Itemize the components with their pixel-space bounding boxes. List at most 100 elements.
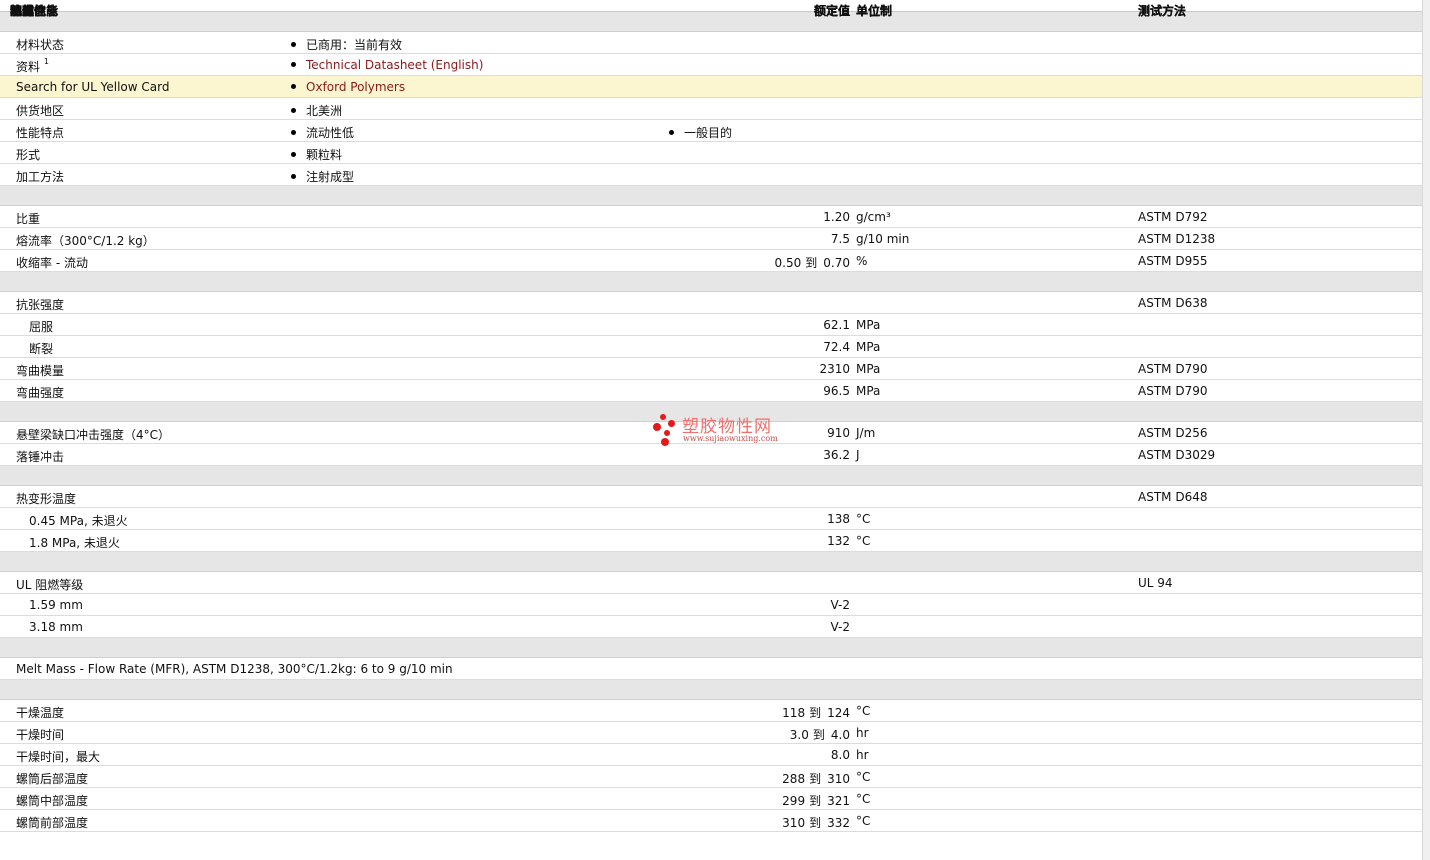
property-label: 螺筒后部温度 — [16, 772, 89, 786]
section-header-impact: 冲击性能 额定值 单位制 测试方法 — [0, 4, 1422, 422]
property-row: 1.8 MPa, 未退火 132 °C — [0, 530, 1422, 552]
property-label: 干燥时间 — [16, 728, 65, 742]
row-label: 材料状态 — [16, 38, 65, 52]
supplemental-text: Melt Mass - Flow Rate (MFR), ASTM D1238,… — [16, 662, 453, 676]
row-label: 资料 1 — [16, 57, 49, 74]
section-header-mechanical: 机械性能 额定值 单位制 测试方法 — [0, 4, 1422, 292]
property-unit: °C — [856, 512, 871, 526]
test-method: ASTM D955 — [1138, 254, 1208, 268]
property-label: 弯曲模量 — [16, 364, 65, 378]
general-row-processing: 加工方法 注射成型 — [0, 164, 1422, 186]
bullet-icon — [291, 42, 296, 47]
bullet-item: 流动性低 — [291, 124, 354, 141]
property-label: 干燥温度 — [16, 706, 65, 720]
property-label: 螺筒中部温度 — [16, 794, 89, 808]
bullet-item: 一般目的 — [669, 124, 732, 141]
row-label: 性能特点 — [16, 126, 65, 140]
bullet-item: 注射成型 — [291, 168, 354, 185]
property-unit: °C — [856, 792, 871, 806]
property-label: 抗张强度 — [16, 298, 65, 312]
section-header-injection: 注射 额定值 单位制 — [0, 4, 1422, 700]
test-method: ASTM D648 — [1138, 490, 1208, 504]
test-method: ASTM D790 — [1138, 362, 1208, 376]
property-row: 悬壁梁缺口冲击强度（4°C） 910 J/m ASTM D256 — [0, 422, 1422, 444]
property-value: 72.4 — [823, 340, 850, 354]
property-value-range: 118 到 124 — [782, 706, 850, 720]
property-label: 0.45 MPa, 未退火 — [29, 514, 128, 528]
bullet-icon — [669, 130, 674, 135]
general-row-region: 供货地区 北美洲 — [0, 98, 1422, 120]
bullet-icon — [291, 62, 296, 67]
property-value-range: 288 到 310 — [782, 772, 850, 786]
property-label: UL 阻燃等级 — [16, 578, 84, 592]
property-value: 2310 — [819, 362, 850, 376]
vertical-scrollbar[interactable] — [1422, 0, 1430, 860]
property-row: 螺筒后部温度 288 到 310 °C — [0, 766, 1422, 788]
test-method: ASTM D792 — [1138, 210, 1208, 224]
property-unit: J — [856, 448, 860, 462]
property-label: 弯曲强度 — [16, 386, 65, 400]
property-row: 热变形温度 ASTM D648 — [0, 486, 1422, 508]
property-label: 落锤冲击 — [16, 450, 65, 464]
section-header-supplemental: 补充信息 — [0, 4, 1422, 658]
property-row: 断裂 72.4 MPa — [0, 336, 1422, 358]
bullet-icon — [291, 130, 296, 135]
bullet-item: Oxford Polymers — [291, 80, 405, 94]
property-unit: °C — [856, 534, 871, 548]
test-method: ASTM D790 — [1138, 384, 1208, 398]
property-value: 132 — [827, 534, 850, 548]
property-label: 熔流率（300°C/1.2 kg） — [16, 234, 155, 248]
property-unit: % — [856, 254, 868, 268]
property-label: 螺筒前部温度 — [16, 816, 89, 830]
property-value: 62.1 — [823, 318, 850, 332]
property-row: 0.45 MPa, 未退火 138 °C — [0, 508, 1422, 530]
property-unit: MPa — [856, 318, 881, 332]
property-unit: °C — [856, 704, 871, 718]
property-row: 1.59 mm V-2 — [0, 594, 1422, 616]
property-label: 1.8 MPa, 未退火 — [29, 536, 120, 550]
property-row: 螺筒前部温度 310 到 332 °C — [0, 810, 1422, 832]
property-label: 悬壁梁缺口冲击强度（4°C） — [16, 428, 171, 442]
property-value-range: 310 到 332 — [782, 816, 850, 830]
property-row: 3.18 mm V-2 — [0, 616, 1422, 638]
property-row: 落锤冲击 36.2 J ASTM D3029 — [0, 444, 1422, 466]
row-label: 形式 — [16, 148, 41, 162]
supplier-link[interactable]: Oxford Polymers — [306, 80, 405, 94]
property-label: 1.59 mm — [29, 598, 83, 612]
property-label: 比重 — [16, 212, 41, 226]
property-unit: g/cm³ — [856, 210, 891, 224]
property-value: 36.2 — [823, 448, 850, 462]
column-header-test: 测试方法 — [1138, 4, 1187, 18]
supplemental-row: Melt Mass - Flow Rate (MFR), ASTM D1238,… — [0, 658, 1422, 680]
bullet-icon — [291, 108, 296, 113]
property-value: V-2 — [830, 598, 850, 612]
row-label: 供货地区 — [16, 104, 65, 118]
test-method: ASTM D256 — [1138, 426, 1208, 440]
column-header-unit: 单位制 — [856, 4, 893, 18]
property-unit: MPa — [856, 340, 881, 354]
row-label: Search for UL Yellow Card — [16, 80, 170, 94]
top-strip — [0, 0, 1422, 12]
general-row-ul-search: Search for UL Yellow Card Oxford Polymer… — [0, 76, 1422, 98]
property-unit: °C — [856, 770, 871, 784]
datasheet: 总体 材料状态 已商用：当前有效 资料 1 Technical Datashee… — [0, 0, 1422, 860]
property-label: 屈服 — [29, 320, 54, 334]
property-unit: g/10 min — [856, 232, 910, 246]
property-unit: J/m — [856, 426, 876, 440]
property-unit: °C — [856, 814, 871, 828]
section-title: 注射 — [10, 4, 35, 18]
property-unit: MPa — [856, 384, 881, 398]
property-value: 8.0 — [830, 748, 850, 762]
datasheet-link[interactable]: Technical Datasheet (English) — [306, 58, 483, 72]
property-label: 干燥时间，最大 — [16, 750, 101, 764]
property-row: 干燥时间，最大 8.0 hr — [0, 744, 1422, 766]
property-value-range: 3.0 到 4.0 — [789, 728, 850, 742]
bullet-item: 颗粒料 — [291, 146, 342, 163]
general-row-docs: 资料 1 Technical Datasheet (English) — [0, 54, 1422, 76]
row-label: 加工方法 — [16, 170, 65, 184]
property-value: 910 — [827, 426, 850, 440]
general-row-features: 性能特点 流动性低 一般目的 — [0, 120, 1422, 142]
property-unit: MPa — [856, 362, 881, 376]
section-header-physical: 物理性能 额定值 单位制 测试方法 — [0, 4, 1422, 206]
general-row-form: 形式 颗粒料 — [0, 142, 1422, 164]
